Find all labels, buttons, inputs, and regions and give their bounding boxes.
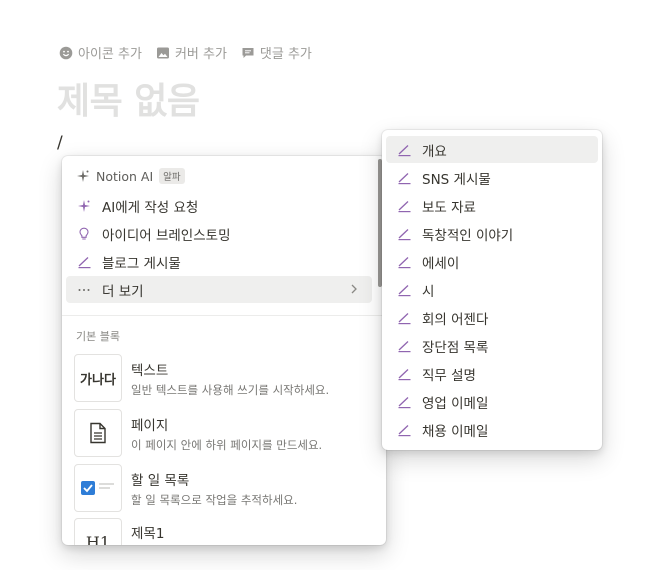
menu-item-label: 블로그 게시물: [102, 255, 181, 272]
block-todo[interactable]: 할 일 목록 할 일 목록으로 작업을 추적하세요.: [74, 463, 374, 513]
submenu-label: 장단점 목록: [422, 339, 489, 356]
page-actions: 아이콘 추가 커버 추가 댓글 추가: [59, 43, 312, 62]
ask-ai-write-item[interactable]: AI에게 작성 요청: [66, 192, 372, 219]
lightbulb-icon: [79, 227, 89, 240]
notion-ai-header: Notion AI 알파: [76, 168, 185, 184]
menu-item-label: 더 보기: [102, 283, 144, 300]
block-heading1[interactable]: H1 제목1: [74, 518, 374, 545]
slash-command-menu: Notion AI 알파 AI에게 작성 요청 아이디어 브레인스토밍 블로그 …: [62, 156, 386, 545]
pen-icon: [398, 340, 410, 352]
pen-icon: [398, 144, 410, 156]
page-title[interactable]: 제목 없음: [57, 72, 200, 124]
submenu-item-press-release[interactable]: 보도 자료: [386, 192, 598, 219]
submenu-label: 보도 자료: [422, 199, 476, 216]
pen-icon: [398, 172, 410, 184]
heading1-block-thumbnail: H1: [74, 518, 122, 545]
thumb-text: 가나다: [80, 372, 116, 388]
submenu-item-sales-email[interactable]: 영업 이메일: [386, 388, 598, 415]
sparkle-icon: [78, 199, 90, 212]
submenu-item-job-description[interactable]: 직무 설명: [386, 360, 598, 387]
add-comment-button[interactable]: 댓글 추가: [241, 43, 312, 62]
text-block-thumbnail: 가나다: [74, 354, 122, 402]
submenu-label: 채용 이메일: [422, 423, 489, 440]
add-icon-label: 아이콘 추가: [78, 47, 142, 62]
pen-icon: [398, 396, 410, 408]
block-title: 할 일 목록: [131, 472, 190, 489]
smiley-icon: [59, 46, 73, 59]
pen-icon: [398, 424, 410, 436]
pen-icon: [398, 368, 410, 380]
pen-icon: [398, 256, 410, 268]
block-title: 텍스트: [131, 362, 169, 379]
submenu-label: 독창적인 이야기: [422, 227, 514, 244]
menu-item-label: 아이디어 브레인스토밍: [102, 227, 231, 244]
h1-icon: H1: [85, 532, 111, 546]
more-submenu: 개요 SNS 게시물 보도 자료 독창적인 이야기 에세이 시 회의 어젠다 장…: [382, 130, 602, 450]
pen-icon: [398, 200, 410, 212]
notion-ai-label: Notion AI: [96, 168, 154, 184]
submenu-item-creative-story[interactable]: 독창적인 이야기: [386, 220, 598, 247]
submenu-label: 회의 어젠다: [422, 311, 489, 328]
block-title: 제목1: [131, 526, 165, 542]
submenu-item-meeting-agenda[interactable]: 회의 어젠다: [386, 304, 598, 331]
menu-item-label: AI에게 작성 요청: [102, 199, 199, 216]
submenu-item-pros-cons[interactable]: 장단점 목록: [386, 332, 598, 359]
checkbox-icon: [81, 481, 114, 495]
submenu-item-outline[interactable]: 개요: [386, 136, 598, 163]
pen-icon: [398, 228, 410, 240]
todo-block-thumbnail: [74, 464, 122, 512]
pen-icon: [78, 256, 90, 268]
submenu-label: 시: [422, 283, 435, 300]
submenu-label: 에세이: [422, 255, 460, 272]
block-description: 할 일 목록으로 작업을 추적하세요.: [131, 492, 298, 507]
block-description: 일반 텍스트를 사용해 쓰기를 시작하세요.: [131, 382, 330, 397]
add-cover-button[interactable]: 커버 추가: [156, 43, 227, 62]
chevron-right-icon: [351, 284, 357, 294]
more-icon: [78, 288, 90, 291]
add-comment-label: 댓글 추가: [259, 47, 312, 62]
more-item[interactable]: 더 보기: [66, 276, 372, 303]
add-icon-button[interactable]: 아이콘 추가: [59, 43, 142, 62]
pen-icon: [398, 312, 410, 324]
comment-icon: [242, 47, 254, 58]
divider: [62, 315, 386, 316]
submenu-item-sns-post[interactable]: SNS 게시물: [386, 164, 598, 191]
submenu-label: 직무 설명: [422, 367, 476, 384]
section-label-basic-blocks: 기본 블록: [76, 330, 120, 343]
submenu-label: 개요: [422, 143, 447, 160]
brainstorm-ideas-item[interactable]: 아이디어 브레인스토밍: [66, 220, 372, 247]
submenu-item-recruiting-email[interactable]: 채용 이메일: [386, 416, 598, 443]
submenu-item-essay[interactable]: 에세이: [386, 248, 598, 275]
block-page[interactable]: 페이지 이 페이지 안에 하위 페이지를 만드세요.: [74, 408, 374, 458]
image-icon: [156, 47, 169, 58]
blog-post-item[interactable]: 블로그 게시물: [66, 248, 372, 275]
submenu-item-poem[interactable]: 시: [386, 276, 598, 303]
add-cover-label: 커버 추가: [174, 47, 227, 62]
pen-icon: [398, 284, 410, 296]
block-title: 페이지: [131, 417, 169, 434]
block-text[interactable]: 가나다 텍스트 일반 텍스트를 사용해 쓰기를 시작하세요.: [74, 353, 374, 403]
submenu-label: 영업 이메일: [422, 395, 489, 412]
page-block-thumbnail: [74, 409, 122, 457]
alpha-badge: 알파: [159, 168, 185, 184]
block-description: 이 페이지 안에 하위 페이지를 만드세요.: [131, 437, 323, 452]
page-icon: [90, 422, 106, 444]
submenu-label: SNS 게시물: [422, 171, 491, 188]
sparkle-icon: [77, 170, 89, 182]
slash-input[interactable]: /: [57, 133, 63, 153]
